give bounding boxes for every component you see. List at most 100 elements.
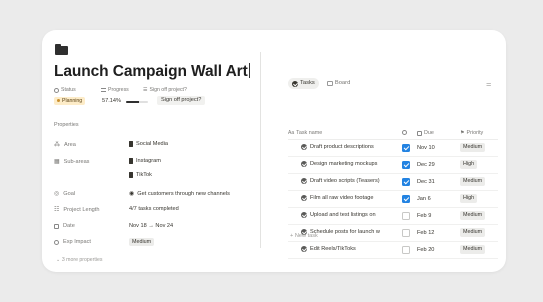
table-row[interactable]: Upload and test listings on Feb 9 Medium [288, 208, 498, 225]
text-type-icon: Aa [288, 130, 295, 136]
task-icon [301, 161, 307, 167]
new-task-button[interactable]: + New task [290, 233, 318, 239]
task-icon [301, 246, 307, 252]
signoff-label-group: ☰ Sign off project? [143, 87, 187, 93]
book-icon [129, 158, 133, 164]
goal-value[interactable]: ◉ Get customers through new channels [129, 190, 230, 198]
priority-badge[interactable]: Medium [460, 228, 486, 237]
checkbox-type-icon [402, 130, 407, 135]
table-row[interactable]: Draft product descriptions Nov 10 Medium [288, 140, 498, 157]
column-header-task-name[interactable]: Aa Task name [288, 130, 322, 136]
due-date[interactable]: Dec 29 [417, 162, 435, 168]
sub-area-value-instagram[interactable]: Instagram [129, 158, 161, 164]
done-checkbox[interactable] [402, 144, 410, 152]
due-date[interactable]: Feb 9 [417, 213, 431, 219]
list-icon: ☷ [54, 207, 60, 213]
priority-badge[interactable]: Medium [460, 177, 486, 186]
task-name[interactable]: Draft video scripts (Teasers) [301, 178, 397, 184]
exp-impact-value[interactable]: Medium [129, 238, 155, 246]
priority-badge[interactable]: High [460, 160, 478, 169]
priority-badge[interactable]: Medium [460, 245, 486, 254]
signoff-icon: ☰ [143, 87, 148, 93]
priority-badge[interactable]: Medium [460, 143, 486, 152]
task-name[interactable]: Upload and test listings on [301, 212, 397, 218]
due-date[interactable]: Nov 10 [417, 145, 435, 151]
property-area[interactable]: ⁂ Area [54, 141, 76, 149]
property-goal[interactable]: ◎ Goal [54, 190, 75, 198]
due-date[interactable]: Feb 20 [417, 247, 434, 253]
calendar-icon [54, 223, 59, 229]
progress-label: Progress [108, 87, 129, 93]
done-checkbox[interactable] [402, 246, 410, 254]
text-cursor [248, 63, 250, 78]
due-date[interactable]: Feb 12 [417, 230, 434, 236]
task-name-label: Edit Reels/TikToks [310, 246, 356, 252]
table-row[interactable]: Draft video scripts (Teasers) Dec 31 Mediu… [288, 174, 498, 191]
goal-icon: ◎ [54, 191, 60, 197]
due-date[interactable]: Dec 31 [417, 179, 435, 185]
progress-value: 57.14% [102, 98, 121, 104]
priority-badge[interactable]: High [460, 194, 478, 203]
priority-icon: ⚑ [460, 130, 465, 136]
folder-icon [55, 44, 68, 55]
task-name[interactable]: Design marketing mockups [301, 161, 397, 167]
done-checkbox[interactable] [402, 161, 410, 169]
properties-heading: Properties [54, 122, 79, 128]
done-checkbox[interactable] [402, 212, 410, 220]
column-header-done[interactable] [402, 130, 407, 135]
task-name[interactable]: Film all raw video footage [301, 195, 397, 201]
status-badge[interactable]: Planning [54, 97, 86, 105]
property-project-length[interactable]: ☷ Project Length [54, 206, 99, 214]
task-name[interactable]: Edit Reels/TikToks [301, 246, 397, 252]
property-sub-areas[interactable]: ▦ Sub-areas [54, 158, 89, 166]
progress-fill [126, 101, 139, 103]
status-label: Status [61, 87, 76, 93]
progress-bar [126, 101, 148, 103]
progress-icon [101, 88, 106, 92]
column-header-due[interactable]: Due [417, 130, 434, 136]
view-tabs: Tasks Board [288, 78, 354, 89]
table-row[interactable]: Design marketing mockups Dec 29 High [288, 157, 498, 174]
tab-board[interactable]: Board [323, 78, 354, 89]
page-title[interactable]: Launch Campaign Wall Art [54, 63, 250, 81]
project-length-value: 4/7 tasks completed [129, 206, 179, 212]
project-page-card: Launch Campaign Wall Art Status Progress… [42, 30, 506, 272]
sub-area-value-tiktok[interactable]: TikTok [129, 172, 152, 178]
due-date[interactable]: Jan 6 [417, 196, 431, 202]
done-checkbox[interactable] [402, 195, 410, 203]
date-value[interactable]: Nov 18 → Nov 24 [129, 223, 173, 229]
tab-tasks[interactable]: Tasks [288, 78, 319, 89]
table-row[interactable]: Film all raw video footage Jan 6 High [288, 191, 498, 208]
target-icon: ◉ [129, 191, 135, 197]
signoff-label: Sign off project? [149, 87, 187, 93]
property-exp-impact[interactable]: Exp Impact [54, 239, 91, 245]
table-row[interactable]: Schedule posts for launch w Feb 12 Medium [288, 225, 498, 242]
board-icon [326, 81, 333, 86]
priority-badge[interactable]: Medium [460, 211, 486, 220]
task-name[interactable]: Draft product descriptions [301, 144, 397, 150]
area-icon: ⁂ [54, 142, 60, 148]
done-checkbox[interactable] [402, 178, 410, 186]
calendar-icon [417, 130, 422, 136]
impact-icon [54, 239, 59, 245]
task-name-label: Design marketing mockups [310, 161, 378, 167]
task-name-label: Film all raw video footage [310, 195, 374, 201]
column-header-priority[interactable]: ⚑ Priority [460, 130, 483, 136]
signoff-button[interactable]: Sign off project? [157, 96, 206, 105]
project-details-panel: Launch Campaign Wall Art Status Progress… [42, 30, 260, 272]
filter-icon[interactable]: ⚌ [486, 81, 491, 88]
done-checkbox[interactable] [402, 229, 410, 237]
task-name-label: Schedule posts for launch w [310, 229, 380, 235]
task-icon [301, 212, 307, 218]
task-name-label: Draft video scripts (Teasers) [310, 178, 380, 184]
task-icon [301, 195, 307, 201]
table-row[interactable]: Edit Reels/TikToks Feb 20 Medium [288, 242, 498, 259]
panel-divider [260, 52, 261, 248]
area-value[interactable]: Social Media [129, 141, 168, 147]
task-icon [301, 144, 307, 150]
property-date[interactable]: Date [54, 223, 75, 229]
task-name-label: Upload and test listings on [310, 212, 376, 218]
check-circle-icon [292, 80, 298, 87]
tasks-panel: Tasks Board ⚌ Aa Task name Due ⚑ Priorit… [288, 30, 498, 272]
more-properties-toggle[interactable]: ⌄ 3 more properties [56, 257, 102, 263]
